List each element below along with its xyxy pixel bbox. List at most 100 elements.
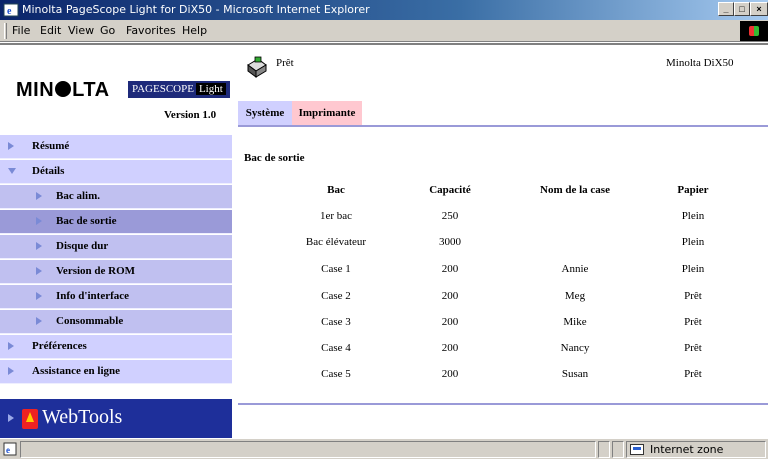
table-cell: Case 1 bbox=[321, 263, 351, 275]
printer-status: Prêt bbox=[276, 57, 294, 69]
version-label: Version 1.0 bbox=[164, 109, 217, 121]
internet-explorer-icon: e bbox=[3, 3, 19, 17]
status-message-panel bbox=[20, 441, 596, 458]
table-cell: Case 2 bbox=[321, 290, 351, 302]
brand-area: MIN LTA PAGESCOPE Light Version 1.0 bbox=[0, 45, 232, 135]
webtools-label: WebTools bbox=[42, 406, 123, 428]
zone-label: Internet zone bbox=[650, 443, 724, 456]
maximize-button[interactable]: □ bbox=[734, 2, 750, 16]
nav-item-info-interface[interactable]: Info d'interface bbox=[0, 285, 232, 309]
chevron-right-icon bbox=[36, 317, 42, 325]
printer-model: Minolta DiX50 bbox=[666, 57, 734, 69]
table-cell: Nancy bbox=[560, 342, 590, 354]
table-header-papier: Papier bbox=[677, 184, 709, 196]
window-titlebar[interactable]: e Minolta PageScope Light for DiX50 - Mi… bbox=[0, 0, 768, 20]
menu-edit[interactable]: Edit bbox=[40, 24, 61, 37]
nav-item-label: Détails bbox=[32, 165, 65, 177]
table-cell: 200 bbox=[441, 263, 459, 275]
table-cell: 200 bbox=[441, 368, 459, 380]
nav-item-disque-dur[interactable]: Disque dur bbox=[0, 235, 232, 259]
table-cell: Case 4 bbox=[321, 342, 351, 354]
table-cell: 200 bbox=[441, 342, 459, 354]
chevron-right-icon bbox=[36, 217, 42, 225]
nav-item-label: Info d'interface bbox=[56, 290, 130, 302]
table-cell: Prêt bbox=[684, 368, 702, 380]
nav-item-label: Disque dur bbox=[56, 240, 109, 252]
nav-item-label: Consommable bbox=[56, 315, 124, 327]
menu-bar: File Edit View Go Favorites Help bbox=[0, 20, 768, 42]
webtools-banner[interactable]: WebTools bbox=[0, 399, 232, 439]
menu-help[interactable]: Help bbox=[182, 24, 207, 37]
table-cell: Plein bbox=[681, 210, 705, 222]
fiery-logo-icon bbox=[22, 409, 38, 429]
table-cell: Meg bbox=[564, 290, 586, 302]
table-cell: Case 5 bbox=[321, 368, 351, 380]
nav-item-preferences[interactable]: Préférences bbox=[0, 335, 232, 359]
status-panel bbox=[598, 441, 610, 458]
page-content: MIN LTA PAGESCOPE Light Version 1.0 Résumé… bbox=[0, 43, 768, 439]
window-title: Minolta PageScope Light for DiX50 - Micr… bbox=[22, 3, 370, 16]
table-cell: Plein bbox=[681, 236, 705, 248]
table-cell: 200 bbox=[441, 290, 459, 302]
nav-item-details[interactable]: Détails bbox=[0, 160, 232, 184]
nav-item-bac-alim[interactable]: Bac alim. bbox=[0, 185, 232, 209]
nav-item-label: Résumé bbox=[32, 140, 70, 152]
tab-imprimante[interactable]: Imprimante bbox=[292, 101, 362, 125]
nav-item-label: Bac de sortie bbox=[56, 215, 117, 227]
menu-view[interactable]: View bbox=[68, 24, 94, 37]
nav-item-bac-de-sortie[interactable]: Bac de sortie bbox=[0, 210, 232, 234]
windows-logo-icon bbox=[749, 26, 759, 36]
table-cell: Case 3 bbox=[321, 316, 351, 328]
chevron-right-icon bbox=[8, 414, 14, 422]
status-panel bbox=[612, 441, 624, 458]
nav-item-resume[interactable]: Résumé bbox=[0, 135, 232, 159]
nav-item-label: Bac alim. bbox=[56, 190, 100, 202]
table-cell: Annie bbox=[561, 263, 589, 275]
table-cell: Prêt bbox=[684, 290, 702, 302]
chevron-right-icon bbox=[36, 192, 42, 200]
internet-zone-icon bbox=[630, 444, 644, 455]
chevron-right-icon bbox=[36, 292, 42, 300]
page-loaded-icon: e bbox=[3, 442, 17, 456]
table-header-capacite: Capacité bbox=[429, 184, 471, 196]
chevron-right-icon bbox=[8, 142, 14, 150]
chevron-right-icon bbox=[8, 367, 14, 375]
table-cell: Bac élévateur bbox=[305, 236, 367, 248]
chevron-down-icon bbox=[8, 168, 16, 174]
table-cell: Susan bbox=[561, 368, 589, 380]
section-title: Bac de sortie bbox=[244, 152, 305, 164]
table-cell: 1er bac bbox=[319, 210, 353, 222]
toolbar-grip[interactable] bbox=[4, 23, 7, 39]
nav-item-label: Version de ROM bbox=[56, 265, 136, 277]
table-cell: Prêt bbox=[684, 342, 702, 354]
table-cell: 200 bbox=[441, 316, 459, 328]
printer-icon bbox=[247, 56, 267, 78]
chevron-right-icon bbox=[36, 242, 42, 250]
nav-item-label: Préférences bbox=[32, 340, 87, 352]
table-cell: Plein bbox=[681, 263, 705, 275]
nav-item-label: Assistance en ligne bbox=[32, 365, 120, 377]
nav-item-version-de-rom[interactable]: Version de ROM bbox=[0, 260, 232, 284]
status-bar: e Internet zone bbox=[0, 438, 768, 459]
chevron-right-icon bbox=[8, 342, 14, 350]
menu-go[interactable]: Go bbox=[100, 24, 115, 37]
windows-throbber bbox=[740, 21, 768, 41]
menu-favorites[interactable]: Favorites bbox=[126, 24, 176, 37]
tab-systeme[interactable]: Système bbox=[238, 101, 292, 125]
tab-divider bbox=[238, 125, 768, 127]
minimize-button[interactable]: _ bbox=[718, 2, 734, 16]
svg-text:e: e bbox=[6, 445, 10, 455]
nav-item-assistance[interactable]: Assistance en ligne bbox=[0, 360, 232, 384]
table-header-nom: Nom de la case bbox=[540, 184, 610, 196]
close-button[interactable]: × bbox=[750, 2, 768, 16]
menu-file[interactable]: File bbox=[12, 24, 30, 37]
table-header-bac: Bac bbox=[327, 184, 345, 196]
table-cell: Mike bbox=[563, 316, 587, 328]
bottom-divider bbox=[238, 403, 768, 405]
pagescope-light-logo: PAGESCOPE Light bbox=[128, 81, 230, 98]
nav-item-consommable[interactable]: Consommable bbox=[0, 310, 232, 334]
table-cell: 250 bbox=[441, 210, 459, 222]
svg-text:e: e bbox=[7, 6, 12, 17]
chevron-right-icon bbox=[36, 267, 42, 275]
table-cell: 3000 bbox=[439, 236, 461, 248]
